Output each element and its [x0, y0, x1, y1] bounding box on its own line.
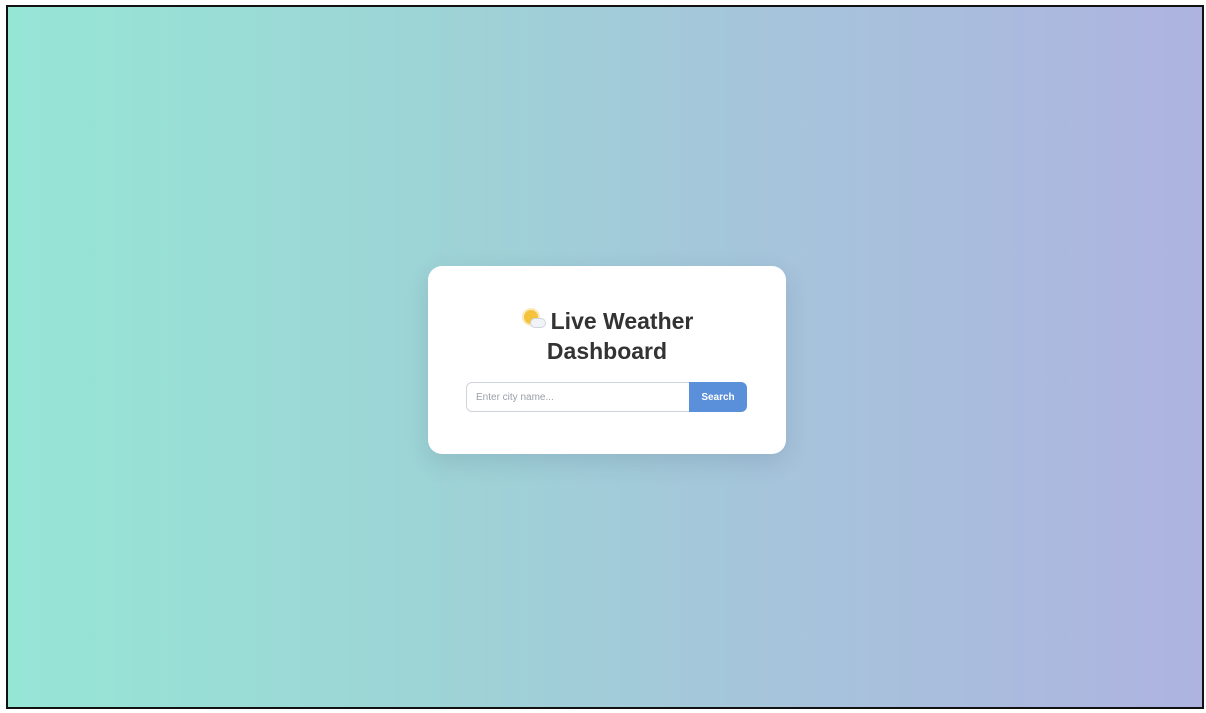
title-line-1: Live Weather — [428, 306, 786, 336]
title-text-line-1: Live Weather — [550, 308, 694, 334]
app-viewport: Live Weather Dashboard Search — [6, 5, 1204, 709]
title-text-line-2: Dashboard — [546, 338, 668, 364]
city-search-input[interactable] — [466, 382, 689, 412]
cloud-shape — [529, 318, 546, 328]
sun-behind-cloud-icon — [521, 309, 547, 331]
search-button[interactable]: Search — [689, 382, 747, 412]
city-search-form: Search — [466, 382, 747, 412]
weather-card: Live Weather Dashboard Search — [428, 266, 786, 454]
page-title: Live Weather Dashboard — [428, 306, 786, 366]
